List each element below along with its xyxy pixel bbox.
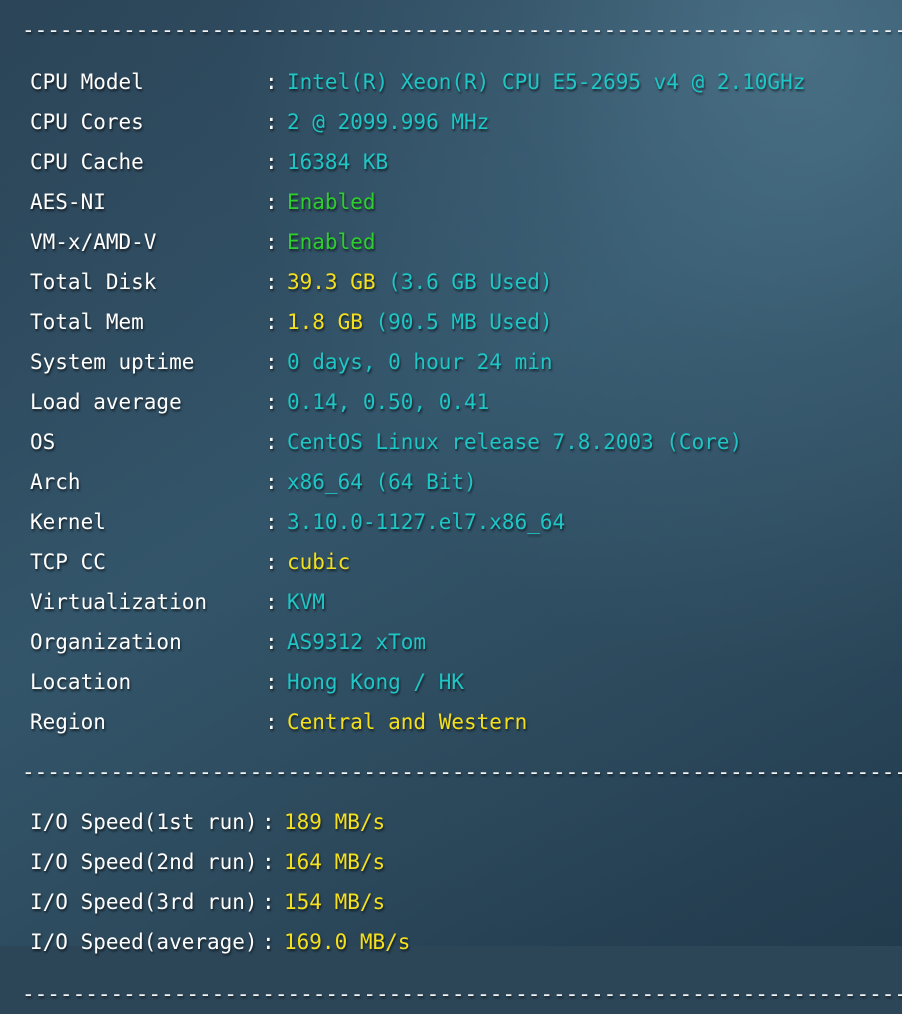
row-colon: :: [262, 930, 275, 954]
spacer-bottom: [0, 962, 902, 974]
io-speed-section: I/O Speed(1st run):189 MB/s I/O Speed(2nd…: [0, 802, 902, 962]
row-value-suffix: (90.5 MB Used): [375, 310, 553, 334]
row-label: Total Disk: [30, 270, 157, 294]
spacer-top: [0, 50, 902, 62]
row-value: 169.0 MB/s: [284, 930, 411, 954]
row-label: I/O Speed(2nd run): [30, 850, 258, 874]
row-colon: :: [265, 630, 278, 654]
system-info-row: AES-NI: Enabled: [0, 182, 902, 222]
row-colon: :: [265, 150, 278, 174]
system-info-row: Location: Hong Kong / HK: [0, 662, 902, 702]
row-colon: :: [265, 310, 278, 334]
row-value: AS9312 xTom: [287, 630, 427, 654]
spacer-middle: [0, 742, 902, 752]
row-colon: :: [265, 710, 278, 734]
row-value: 2 @ 2099.996 MHz: [287, 110, 490, 134]
row-colon: :: [265, 430, 278, 454]
row-colon: :: [265, 110, 278, 134]
row-colon: :: [262, 890, 275, 914]
row-value: KVM: [287, 590, 325, 614]
row-colon: :: [265, 390, 278, 414]
row-label: I/O Speed(1st run): [30, 810, 258, 834]
system-info-row: Region: Central and Western: [0, 702, 902, 742]
io-speed-row: I/O Speed(2nd run):164 MB/s: [0, 842, 902, 882]
row-value: 0.14, 0.50, 0.41: [287, 390, 490, 414]
row-value: 0 days, 0 hour 24 min: [287, 350, 553, 374]
row-colon: :: [265, 230, 278, 254]
row-colon: :: [265, 350, 278, 374]
row-label: TCP CC: [30, 550, 106, 574]
row-value: 154 MB/s: [284, 890, 386, 914]
system-info-row: OS: CentOS Linux release 7.8.2003 (Core): [0, 422, 902, 462]
row-value: 1.8 GB: [287, 310, 363, 334]
row-label: Location: [30, 670, 132, 694]
system-info-row: Total Mem:1.8 GB (90.5 MB Used): [0, 302, 902, 342]
separator-middle: ----------------------------------------…: [22, 760, 902, 784]
row-value: Hong Kong / HK: [287, 670, 465, 694]
row-label: Region: [30, 710, 106, 734]
spacer-io: [0, 792, 902, 802]
system-info-row: CPU Cores:2 @ 2099.996 MHz: [0, 102, 902, 142]
terminal-output: ----------------------------------------…: [0, 0, 902, 1014]
row-value: 189 MB/s: [284, 810, 386, 834]
row-label: CPU Cache: [30, 150, 144, 174]
system-info-row: Arch: x86_64 (64 Bit): [0, 462, 902, 502]
row-value: Central and Western: [287, 710, 528, 734]
row-value-gap: [376, 262, 389, 302]
row-label: Arch: [30, 470, 81, 494]
row-label: VM-x/AMD-V: [30, 230, 157, 254]
system-info-row: Kernel:3.10.0-1127.el7.x86_64: [0, 502, 902, 542]
row-value: cubic: [287, 550, 351, 574]
row-label: CPU Cores: [30, 110, 144, 134]
system-info-row: CPU Cache:16384 KB: [0, 142, 902, 182]
row-label: I/O Speed(3rd run): [30, 890, 258, 914]
io-speed-row: I/O Speed(3rd run):154 MB/s: [0, 882, 902, 922]
row-colon: :: [265, 590, 278, 614]
row-label: Total Mem: [30, 310, 144, 334]
row-label: Kernel: [30, 510, 106, 534]
row-value: Enabled: [287, 190, 376, 214]
system-info-row: VM-x/AMD-V: Enabled: [0, 222, 902, 262]
system-info-row: System uptime:0 days, 0 hour 24 min: [0, 342, 902, 382]
separator-top: ----------------------------------------…: [22, 18, 902, 42]
row-label: OS: [30, 430, 56, 454]
row-value-gap: [363, 302, 376, 342]
row-value: Enabled: [287, 230, 376, 254]
row-colon: :: [262, 850, 275, 874]
row-label: Load average: [30, 390, 182, 414]
terminal-window: ----------------------------------------…: [0, 0, 902, 1006]
row-label: Organization: [30, 630, 182, 654]
system-info-row: Total Disk:39.3 GB (3.6 GB Used): [0, 262, 902, 302]
row-colon: :: [265, 270, 278, 294]
row-value: Intel(R) Xeon(R) CPU E5-2695 v4 @ 2.10GH…: [287, 70, 806, 94]
system-info-row: Virtualization: KVM: [0, 582, 902, 622]
row-colon: :: [265, 70, 278, 94]
row-colon: :: [262, 810, 275, 834]
io-speed-row: I/O Speed(1st run):189 MB/s: [0, 802, 902, 842]
row-label: I/O Speed(average): [30, 930, 258, 954]
row-colon: :: [265, 510, 278, 534]
row-colon: :: [265, 550, 278, 574]
row-colon: :: [265, 190, 278, 214]
row-colon: :: [265, 470, 278, 494]
row-value: x86_64 (64 Bit): [287, 470, 477, 494]
row-colon: :: [265, 670, 278, 694]
row-value: 16384 KB: [287, 150, 389, 174]
row-label: AES-NI: [30, 190, 106, 214]
system-info-row: Organization: AS9312 xTom: [0, 622, 902, 662]
row-label: Virtualization: [30, 590, 208, 614]
system-info-row: Load average:0.14, 0.50, 0.41: [0, 382, 902, 422]
row-value-suffix: (3.6 GB Used): [388, 270, 553, 294]
row-value: 164 MB/s: [284, 850, 386, 874]
row-label: System uptime: [30, 350, 195, 374]
system-info-row: TCP CC: cubic: [0, 542, 902, 582]
system-info-section: CPU Model: Intel(R) Xeon(R) CPU E5-2695 v…: [0, 62, 902, 742]
row-value: 3.10.0-1127.el7.x86_64: [287, 510, 566, 534]
io-speed-row: I/O Speed(average):169.0 MB/s: [0, 922, 902, 962]
system-info-row: CPU Model: Intel(R) Xeon(R) CPU E5-2695 v…: [0, 62, 902, 102]
row-value: CentOS Linux release 7.8.2003 (Core): [287, 430, 743, 454]
row-value: 39.3 GB: [287, 270, 376, 294]
row-label: CPU Model: [30, 70, 144, 94]
separator-bottom: ----------------------------------------…: [22, 982, 902, 1006]
